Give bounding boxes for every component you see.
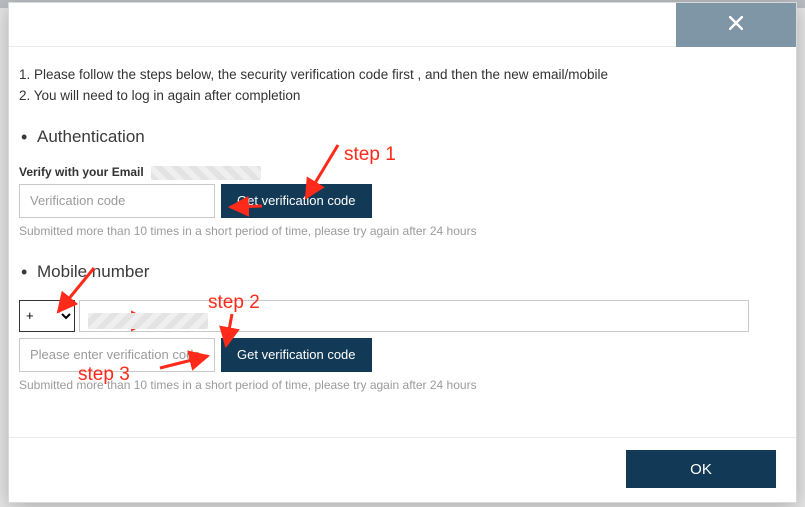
verify-email-label: Verify with your Email <box>19 165 786 180</box>
auth-code-row: Get verification code <box>19 184 786 218</box>
modal-dialog: 1. Please follow the steps below, the se… <box>8 2 797 503</box>
phone-number-input[interactable] <box>79 300 749 332</box>
get-auth-code-button[interactable]: Get verification code <box>221 184 372 218</box>
close-button[interactable] <box>676 3 796 47</box>
modal-header <box>9 3 796 47</box>
get-mobile-code-button[interactable]: Get verification code <box>221 338 372 372</box>
section-title-mobile: Mobile number <box>19 262 786 282</box>
mobile-code-input[interactable] <box>19 338 215 372</box>
country-code-select[interactable]: + <box>19 300 75 332</box>
instruction-line-2: 2. You will need to log in again after c… <box>19 88 786 103</box>
modal-footer: OK <box>9 437 796 502</box>
instruction-line-1: 1. Please follow the steps below, the se… <box>19 67 786 82</box>
mobile-code-row: Get verification code <box>19 338 786 372</box>
mobile-input-row: + <box>19 300 749 332</box>
redacted-email <box>151 166 261 180</box>
section-title-authentication: Authentication <box>19 127 786 147</box>
mobile-rate-limit-hint: Submitted more than 10 times in a short … <box>19 378 786 392</box>
verify-email-label-text: Verify with your Email <box>19 165 144 179</box>
modal-body: 1. Please follow the steps below, the se… <box>9 47 796 437</box>
close-icon <box>729 16 743 35</box>
auth-code-input[interactable] <box>19 184 215 218</box>
ok-button[interactable]: OK <box>626 450 776 488</box>
auth-rate-limit-hint: Submitted more than 10 times in a short … <box>19 224 786 238</box>
